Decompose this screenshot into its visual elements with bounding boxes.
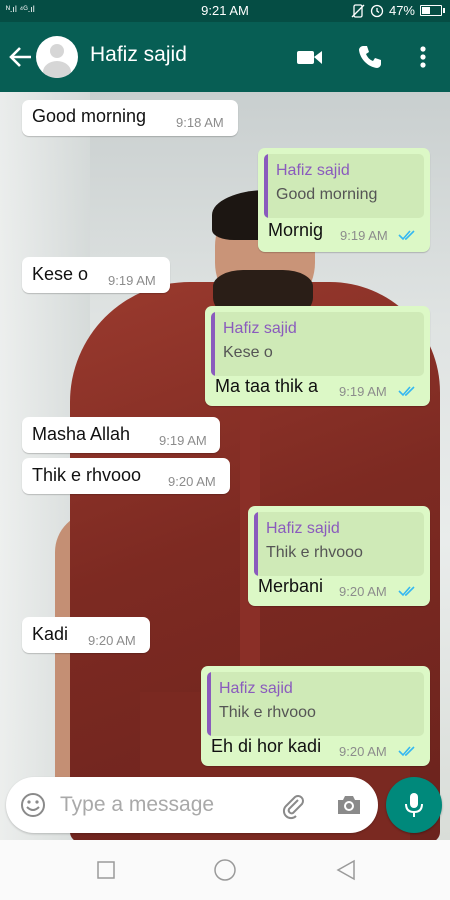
recents-icon[interactable] bbox=[94, 858, 118, 882]
quote-text: Good morning bbox=[276, 186, 378, 203]
contact-name[interactable]: Hafiz sajid bbox=[90, 43, 187, 67]
message-text: Thik e rhvooo bbox=[32, 465, 142, 485]
read-ticks-icon bbox=[398, 386, 415, 397]
message-text: Merbani bbox=[258, 576, 324, 596]
message-outgoing[interactable]: Hafiz sajid Kese o Ma taa thik a 9:19 AM bbox=[205, 306, 430, 406]
message-incoming[interactable]: Thik e rhvooo 9:20 AM bbox=[22, 458, 230, 494]
home-icon[interactable] bbox=[213, 858, 237, 882]
back-arrow-icon[interactable] bbox=[6, 42, 36, 72]
microphone-icon bbox=[405, 793, 423, 817]
quote-author: Hafiz sajid bbox=[276, 162, 350, 179]
message-time: 9:20 AM bbox=[168, 474, 216, 489]
message-time: 9:20 AM bbox=[339, 584, 387, 599]
message-outgoing[interactable]: Hafiz sajid Good morning Mornig 9:19 AM bbox=[258, 148, 430, 252]
quote-author: Hafiz sajid bbox=[223, 320, 297, 337]
message-text: Mornig bbox=[268, 220, 324, 240]
avatar[interactable] bbox=[36, 36, 78, 78]
message-outgoing[interactable]: Hafiz sajid Thik e rhvooo Eh di hor kadi… bbox=[201, 666, 430, 766]
message-text: Kese o bbox=[32, 264, 89, 284]
message-time: 9:20 AM bbox=[339, 744, 387, 759]
message-text: Good morning bbox=[32, 106, 147, 126]
message-incoming[interactable]: Kadi 9:20 AM bbox=[22, 617, 150, 653]
status-bar: ᴺ.ıl ⁴ᴳ.ıl 9:21 AM 47% bbox=[0, 0, 450, 22]
quoted-message[interactable]: Hafiz sajid Kese o bbox=[211, 312, 424, 376]
chat-header: Hafiz sajid bbox=[0, 22, 450, 92]
quote-author: Hafiz sajid bbox=[219, 680, 293, 697]
back-nav-icon[interactable] bbox=[334, 858, 358, 882]
quoted-message[interactable]: Hafiz sajid Thik e rhvooo bbox=[254, 512, 424, 576]
quote-text: Thik e rhvooo bbox=[219, 704, 316, 721]
more-options-icon[interactable] bbox=[408, 42, 438, 72]
message-time: 9:19 AM bbox=[340, 228, 388, 243]
emoji-icon[interactable] bbox=[18, 790, 48, 820]
chat-area[interactable]: Good morning 9:18 AM Hafiz sajid Good mo… bbox=[0, 92, 450, 840]
voice-message-button[interactable] bbox=[386, 777, 442, 833]
attachment-icon[interactable] bbox=[278, 790, 308, 820]
quote-text: Kese o bbox=[223, 344, 273, 361]
message-time: 9:18 AM bbox=[176, 115, 224, 130]
camera-icon[interactable] bbox=[334, 790, 364, 820]
rotation-lock-icon bbox=[351, 3, 365, 18]
quoted-message[interactable]: Hafiz sajid Thik e rhvooo bbox=[207, 672, 424, 736]
read-ticks-icon bbox=[398, 586, 415, 597]
message-time: 9:19 AM bbox=[339, 384, 387, 399]
message-text: Eh di hor kadi bbox=[211, 736, 322, 756]
message-text: Masha Allah bbox=[32, 424, 131, 444]
video-call-icon[interactable] bbox=[294, 42, 324, 72]
message-text: Kadi bbox=[32, 624, 69, 644]
alarm-icon bbox=[370, 4, 384, 17]
message-composer: Type a message bbox=[6, 777, 378, 833]
message-incoming[interactable]: Masha Allah 9:19 AM bbox=[22, 417, 220, 453]
message-text: Ma taa thik a bbox=[215, 376, 319, 396]
message-incoming[interactable]: Good morning 9:18 AM bbox=[22, 100, 238, 136]
quote-author: Hafiz sajid bbox=[266, 520, 340, 537]
message-outgoing[interactable]: Hafiz sajid Thik e rhvooo Merbani 9:20 A… bbox=[248, 506, 430, 606]
phone-icon[interactable] bbox=[355, 42, 385, 72]
battery-icon bbox=[420, 5, 445, 16]
message-time: 9:19 AM bbox=[159, 433, 207, 448]
message-incoming[interactable]: Kese o 9:19 AM bbox=[22, 257, 170, 293]
message-time: 9:19 AM bbox=[108, 273, 156, 288]
message-input[interactable]: Type a message bbox=[60, 793, 214, 817]
system-navigation-bar bbox=[0, 840, 450, 900]
quote-text: Thik e rhvooo bbox=[266, 544, 363, 561]
message-time: 9:20 AM bbox=[88, 633, 136, 648]
read-ticks-icon bbox=[398, 230, 415, 241]
quoted-message[interactable]: Hafiz sajid Good morning bbox=[264, 154, 424, 218]
read-ticks-icon bbox=[398, 746, 415, 757]
battery-percent: 47% bbox=[388, 3, 415, 18]
